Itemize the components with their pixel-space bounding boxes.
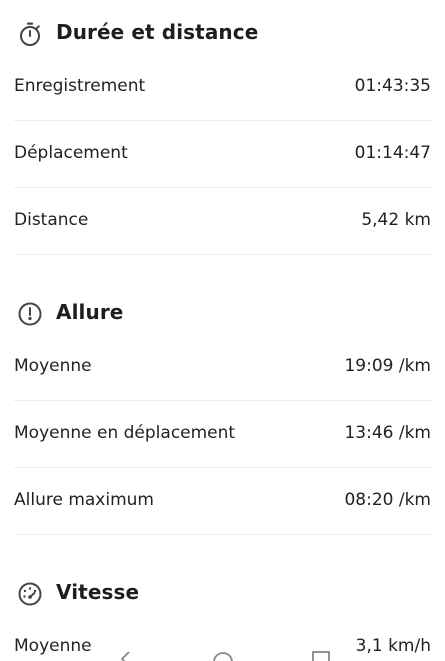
stat-value: 01:43:35 bbox=[354, 76, 431, 96]
section-header: Durée et distance bbox=[0, 14, 445, 54]
section-title: Durée et distance bbox=[56, 20, 259, 44]
section-pace: Allure Moyenne 19:09 /km Moyenne en dépl… bbox=[0, 294, 445, 535]
section-speed: Vitesse Moyenne 3,1 km/h bbox=[0, 574, 445, 656]
home-icon[interactable] bbox=[212, 651, 234, 661]
stat-row-average-pace: Moyenne 19:09 /km bbox=[14, 334, 431, 401]
stat-row-average-speed: Moyenne 3,1 km/h bbox=[14, 614, 431, 656]
stat-row-moving-average-pace: Moyenne en déplacement 13:46 /km bbox=[14, 401, 431, 468]
pace-icon bbox=[18, 302, 42, 326]
stat-label: Moyenne en déplacement bbox=[14, 423, 236, 443]
stat-value: 08:20 /km bbox=[344, 490, 431, 510]
stat-value: 13:46 /km bbox=[344, 423, 431, 443]
stopwatch-icon bbox=[20, 22, 40, 46]
section-duration-distance: Durée et distance Enregistrement 01:43:3… bbox=[0, 14, 445, 255]
speedometer-icon bbox=[18, 582, 42, 606]
section-header: Vitesse bbox=[0, 574, 445, 614]
stat-label: Déplacement bbox=[14, 143, 128, 163]
stat-value: 01:14:47 bbox=[354, 143, 431, 163]
stat-row-max-pace: Allure maximum 08:20 /km bbox=[14, 468, 431, 535]
stat-value: 5,42 km bbox=[361, 210, 431, 230]
back-icon[interactable] bbox=[118, 651, 134, 661]
stat-label: Moyenne bbox=[14, 356, 92, 376]
section-header: Allure bbox=[0, 294, 445, 334]
stat-label: Enregistrement bbox=[14, 76, 146, 96]
stat-row-recording: Enregistrement 01:43:35 bbox=[14, 54, 431, 121]
stat-label: Distance bbox=[14, 210, 89, 230]
section-title: Allure bbox=[56, 300, 124, 324]
section-title: Vitesse bbox=[56, 580, 140, 604]
stat-row-moving-time: Déplacement 01:14:47 bbox=[14, 121, 431, 188]
recents-icon[interactable] bbox=[312, 651, 330, 661]
stat-label: Allure maximum bbox=[14, 490, 154, 510]
stat-row-distance: Distance 5,42 km bbox=[14, 188, 431, 255]
system-navigation-bar bbox=[0, 649, 445, 661]
stat-value: 19:09 /km bbox=[344, 356, 431, 376]
